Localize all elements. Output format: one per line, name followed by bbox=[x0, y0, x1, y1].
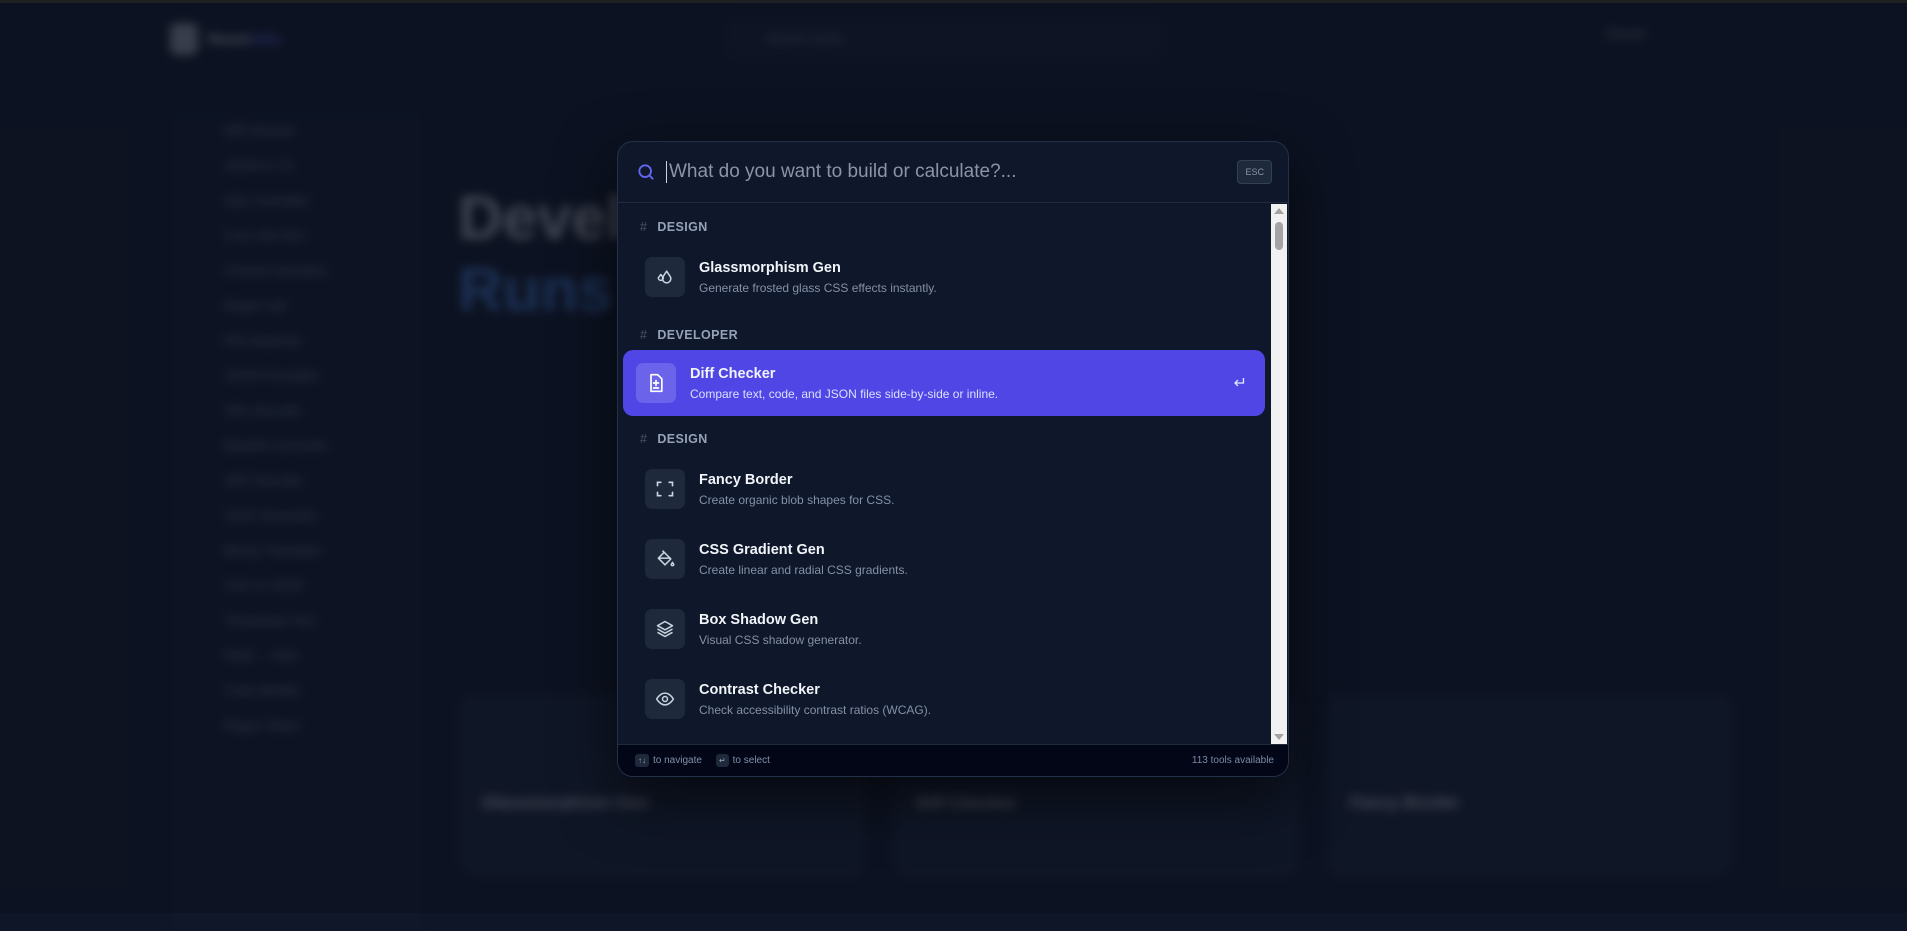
section-label: DEVELOPER bbox=[657, 328, 738, 342]
result-title: Glassmorphism Gen bbox=[699, 260, 1250, 276]
section-header: #DESIGN bbox=[618, 424, 1270, 454]
palette-search-input[interactable] bbox=[667, 161, 1237, 183]
result-desc: Generate frosted glass CSS effects insta… bbox=[699, 281, 1250, 295]
result-item-glassmorphism-gen[interactable]: Glassmorphism Gen Generate frosted glass … bbox=[624, 242, 1264, 312]
result-desc: Compare text, code, and JSON files side-… bbox=[690, 387, 1234, 401]
scroll-up-arrow[interactable] bbox=[1274, 208, 1284, 214]
scan-icon bbox=[645, 469, 685, 509]
enter-icon: ↵ bbox=[1234, 373, 1247, 393]
layers-icon bbox=[645, 609, 685, 649]
result-title: Box Shadow Gen bbox=[699, 612, 1250, 628]
result-item-fancy-border[interactable]: Fancy Border Create organic blob shapes f… bbox=[624, 454, 1264, 524]
droplets-icon bbox=[645, 257, 685, 297]
result-item-contrast-checker[interactable]: Contrast Checker Check accessibility cont… bbox=[624, 664, 1264, 734]
result-item-partial[interactable] bbox=[624, 734, 1264, 744]
result-desc: Create organic blob shapes for CSS. bbox=[699, 493, 1250, 507]
result-title: Contrast Checker bbox=[699, 682, 1250, 698]
file-diff-icon bbox=[636, 363, 676, 403]
section-header: #DESIGN bbox=[618, 212, 1270, 242]
result-item-box-shadow-gen[interactable]: Box Shadow Gen Visual CSS shadow generato… bbox=[624, 594, 1264, 664]
command-palette: ESC #DESIGN Glassmorphism Gen Generate fr… bbox=[617, 141, 1289, 777]
result-item-css-gradient-gen[interactable]: CSS Gradient Gen Create linear and radial… bbox=[624, 524, 1264, 594]
eye-icon bbox=[645, 679, 685, 719]
result-item-diff-checker[interactable]: Diff Checker Compare text, code, and JSON… bbox=[623, 350, 1265, 416]
arrow-keys-icon: ↑↓ bbox=[635, 754, 649, 767]
result-title: Diff Checker bbox=[690, 366, 1234, 382]
palette-header: ESC bbox=[618, 142, 1288, 203]
palette-footer: ↑↓ to navigate ↵ to select 113 tools avail… bbox=[618, 744, 1288, 776]
scroll-down-arrow[interactable] bbox=[1274, 734, 1284, 740]
result-desc: Create linear and radial CSS gradients. bbox=[699, 563, 1250, 577]
result-title: Fancy Border bbox=[699, 472, 1250, 488]
section-label: DESIGN bbox=[657, 432, 707, 446]
select-hint: to select bbox=[733, 755, 770, 766]
search-icon bbox=[636, 162, 656, 182]
section-header: #DEVELOPER bbox=[618, 320, 1270, 350]
paint-bucket-icon bbox=[645, 539, 685, 579]
tools-count: 113 tools available bbox=[1192, 755, 1274, 766]
scrollbar-thumb[interactable] bbox=[1275, 222, 1283, 250]
enter-key-icon: ↵ bbox=[716, 754, 729, 767]
scrollbar[interactable] bbox=[1271, 204, 1287, 744]
esc-button[interactable]: ESC bbox=[1237, 160, 1272, 184]
results-list: #DESIGN Glassmorphism Gen Generate froste… bbox=[618, 204, 1270, 744]
section-label: DESIGN bbox=[657, 220, 707, 234]
result-title: CSS Gradient Gen bbox=[699, 542, 1250, 558]
result-desc: Check accessibility contrast ratios (WCA… bbox=[699, 703, 1250, 717]
result-desc: Visual CSS shadow generator. bbox=[699, 633, 1250, 647]
navigate-hint: to navigate bbox=[653, 755, 702, 766]
